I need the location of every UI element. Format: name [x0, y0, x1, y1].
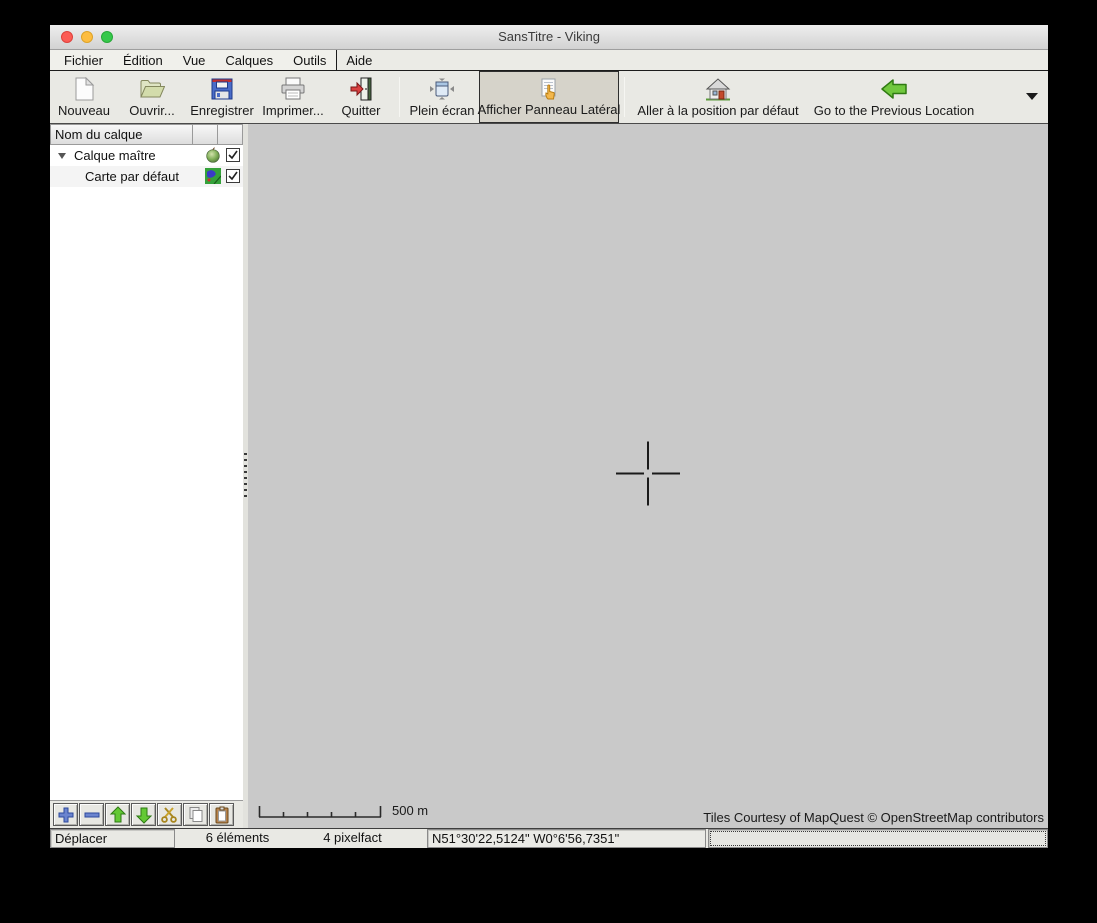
print-button-label: Imprimer...	[262, 103, 324, 118]
layer-visible-column-header[interactable]	[218, 124, 243, 145]
cut-layer-button[interactable]	[157, 803, 182, 826]
splitter-grip-icon[interactable]	[244, 453, 247, 499]
menu-vue[interactable]: Vue	[173, 51, 216, 70]
layer-row-carte-par-defaut[interactable]: Carte par défaut	[50, 166, 243, 187]
toggle-side-panel-button[interactable]: Afficher Panneau Latéral	[477, 71, 621, 123]
add-layer-icon	[58, 807, 73, 822]
side-panel-icon	[537, 76, 561, 101]
map-attribution: Tiles Courtesy of MapQuest © OpenStreetM…	[703, 810, 1044, 825]
go-previous-location-label: Go to the Previous Location	[813, 103, 975, 118]
quit-door-icon	[349, 76, 373, 102]
items-count-status: 6 éléments	[205, 830, 270, 845]
remove-layer-button[interactable]	[79, 803, 104, 826]
open-folder-icon	[139, 76, 165, 102]
menu-fichier[interactable]: Fichier	[54, 51, 113, 70]
print-button[interactable]: Imprimer...	[258, 71, 328, 123]
menu-box: Fichier Édition Vue Calques Outils Aide	[50, 50, 372, 70]
map-viewport[interactable]: 500 m Tiles Courtesy of MapQuest © OpenS…	[248, 124, 1048, 828]
remove-layer-icon	[84, 812, 99, 817]
fullscreen-icon	[429, 76, 455, 102]
scale-label: 500 m	[392, 803, 429, 818]
menu-calques[interactable]: Calques	[215, 51, 283, 70]
move-layer-up-button[interactable]	[105, 803, 130, 826]
toolbar-overflow-chevron-down-icon[interactable]	[1026, 93, 1038, 100]
new-document-icon	[73, 76, 95, 102]
move-down-icon	[135, 807, 152, 824]
quit-button[interactable]: Quitter	[328, 71, 394, 123]
new-button[interactable]: Nouveau	[50, 71, 118, 123]
fullscreen-button[interactable]: Plein écran	[405, 71, 479, 123]
save-button[interactable]: Enregistrer	[186, 71, 258, 123]
progress-indicator	[708, 829, 1048, 848]
copy-icon	[189, 806, 202, 822]
copy-layer-button[interactable]	[183, 803, 208, 826]
move-up-icon	[109, 805, 126, 822]
map-layer-icon	[205, 168, 222, 185]
coordinates-status: N51°30'22,5124" W0°6'56,7351"	[427, 829, 706, 848]
open-button[interactable]: Ouvrir...	[118, 71, 186, 123]
quit-button-label: Quitter	[341, 103, 381, 118]
paste-layer-button[interactable]	[209, 803, 234, 826]
open-button-label: Ouvrir...	[129, 103, 175, 118]
menu-aide[interactable]: Aide	[336, 51, 382, 70]
window-title: SansTitre - Viking	[498, 29, 600, 44]
printer-icon	[280, 76, 306, 102]
layer-icon-column-header[interactable]	[193, 124, 218, 145]
layer-row-calque-maitre[interactable]: Calque maître	[50, 145, 243, 166]
menu-bar: Fichier Édition Vue Calques Outils Aide	[50, 50, 1048, 71]
go-default-position-button[interactable]: Aller à la position par défaut	[630, 71, 806, 123]
chevron-down-icon[interactable]	[58, 152, 66, 159]
toolbar-separator	[399, 77, 400, 117]
home-icon	[705, 76, 731, 102]
move-layer-down-button[interactable]	[131, 803, 156, 826]
layer-visible-checkbox[interactable]	[226, 169, 240, 183]
map-scale-bar: 500 m	[258, 803, 428, 818]
scale-ruler-icon	[258, 806, 382, 818]
layer-name: Carte par défaut	[85, 169, 179, 184]
save-button-label: Enregistrer	[190, 103, 254, 118]
cut-icon	[160, 806, 177, 823]
title-bar[interactable]: SansTitre - Viking	[50, 25, 1048, 50]
back-arrow-icon	[880, 76, 908, 102]
crosshair-icon	[613, 439, 683, 514]
paste-icon	[215, 806, 228, 823]
save-floppy-icon	[210, 76, 234, 102]
layer-name: Calque maître	[74, 148, 156, 163]
content-area: Nom du calque Calque maître Carte par dé…	[50, 124, 1048, 828]
active-tool-status: Déplacer	[50, 829, 175, 848]
viking-app-window: SansTitre - Viking Fichier Édition Vue C…	[50, 25, 1048, 848]
layers-panel: Nom du calque Calque maître Carte par dé…	[50, 124, 243, 828]
new-button-label: Nouveau	[57, 103, 111, 118]
menu-edition[interactable]: Édition	[113, 51, 173, 70]
go-default-position-label: Aller à la position par défaut	[637, 103, 799, 118]
progress-focus-frame	[710, 831, 1046, 846]
layer-buttons-bar	[50, 800, 243, 828]
zoom-factor-status: 4 pixelfact	[323, 830, 382, 845]
layer-name-column-header[interactable]: Nom du calque	[50, 124, 193, 145]
aggregate-layer-icon	[205, 147, 221, 163]
toggle-side-panel-label: Afficher Panneau Latéral	[477, 102, 621, 117]
main-toolbar: Nouveau Ouvrir... Enregistrer Imprimer..…	[50, 71, 1048, 124]
go-previous-location-button[interactable]: Go to the Previous Location	[806, 71, 982, 123]
add-layer-button[interactable]	[53, 803, 78, 826]
toolbar-separator	[624, 77, 625, 117]
menu-outils[interactable]: Outils	[283, 51, 336, 70]
layer-visible-checkbox[interactable]	[226, 148, 240, 162]
status-bar: Déplacer 6 éléments 4 pixelfact N51°30'2…	[50, 828, 1048, 848]
fullscreen-button-label: Plein écran	[409, 103, 475, 118]
